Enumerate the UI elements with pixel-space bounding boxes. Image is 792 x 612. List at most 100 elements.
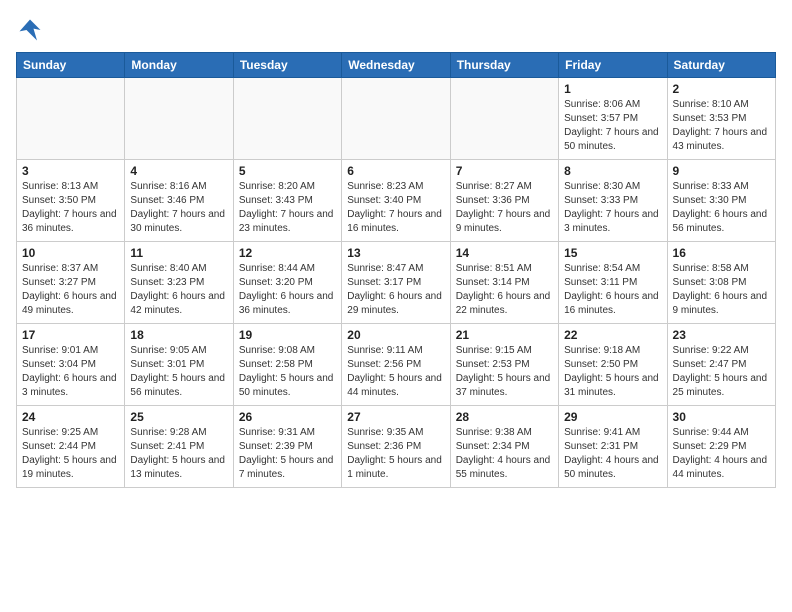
calendar-cell [17,78,125,160]
day-info: Sunrise: 8:27 AM Sunset: 3:36 PM Dayligh… [456,180,553,236]
day-info: Sunrise: 8:37 AM Sunset: 3:27 PM Dayligh… [22,262,119,318]
calendar-cell: 22 Sunrise: 9:18 AM Sunset: 2:50 PM Dayli… [559,324,667,406]
day-number: 2 [673,82,770,96]
day-info: Sunrise: 8:20 AM Sunset: 3:43 PM Dayligh… [239,180,336,236]
calendar-cell: 10 Sunrise: 8:37 AM Sunset: 3:27 PM Dayli… [17,242,125,324]
calendar-cell: 1 Sunrise: 8:06 AM Sunset: 3:57 PM Daylig… [559,78,667,160]
calendar-cell [125,78,233,160]
calendar-cell: 21 Sunrise: 9:15 AM Sunset: 2:53 PM Dayli… [450,324,558,406]
calendar-week-5: 24 Sunrise: 9:25 AM Sunset: 2:44 PM Dayli… [17,406,776,488]
calendar-cell: 29 Sunrise: 9:41 AM Sunset: 2:31 PM Dayli… [559,406,667,488]
page: SundayMondayTuesdayWednesdayThursdayFrid… [0,0,792,498]
calendar-cell: 18 Sunrise: 9:05 AM Sunset: 3:01 PM Dayli… [125,324,233,406]
calendar-cell: 11 Sunrise: 8:40 AM Sunset: 3:23 PM Dayli… [125,242,233,324]
calendar-cell: 25 Sunrise: 9:28 AM Sunset: 2:41 PM Dayli… [125,406,233,488]
day-info: Sunrise: 8:10 AM Sunset: 3:53 PM Dayligh… [673,98,770,154]
calendar-cell: 28Sunrise: 9:38 AM Sunset: 2:34 PM Dayli… [450,406,558,488]
day-number: 11 [130,246,227,260]
day-info: Sunrise: 9:05 AM Sunset: 3:01 PM Dayligh… [130,344,227,400]
day-info: Sunrise: 9:08 AM Sunset: 2:58 PM Dayligh… [239,344,336,400]
day-info: Sunrise: 9:18 AM Sunset: 2:50 PM Dayligh… [564,344,661,400]
day-info: Sunrise: 9:28 AM Sunset: 2:41 PM Dayligh… [130,426,227,482]
day-number: 9 [673,164,770,178]
day-number: 23 [673,328,770,342]
calendar-cell: 19Sunrise: 9:08 AM Sunset: 2:58 PM Dayli… [233,324,341,406]
day-number: 1 [564,82,661,96]
calendar-week-2: 3 Sunrise: 8:13 AM Sunset: 3:50 PM Daylig… [17,160,776,242]
weekday-header-wednesday: Wednesday [342,53,450,78]
calendar-cell: 14Sunrise: 8:51 AM Sunset: 3:14 PM Dayli… [450,242,558,324]
day-number: 28 [456,410,553,424]
calendar-week-3: 10 Sunrise: 8:37 AM Sunset: 3:27 PM Dayli… [17,242,776,324]
calendar-cell: 23 Sunrise: 9:22 AM Sunset: 2:47 PM Dayli… [667,324,775,406]
calendar-cell: 7 Sunrise: 8:27 AM Sunset: 3:36 PM Daylig… [450,160,558,242]
calendar-cell [233,78,341,160]
day-number: 3 [22,164,119,178]
calendar-cell: 15 Sunrise: 8:54 AM Sunset: 3:11 PM Dayli… [559,242,667,324]
calendar-cell: 8Sunrise: 8:30 AM Sunset: 3:33 PM Daylig… [559,160,667,242]
day-info: Sunrise: 8:16 AM Sunset: 3:46 PM Dayligh… [130,180,227,236]
day-number: 16 [673,246,770,260]
day-number: 26 [239,410,336,424]
calendar: SundayMondayTuesdayWednesdayThursdayFrid… [16,52,776,488]
day-info: Sunrise: 9:41 AM Sunset: 2:31 PM Dayligh… [564,426,661,482]
calendar-cell: 2 Sunrise: 8:10 AM Sunset: 3:53 PM Daylig… [667,78,775,160]
calendar-cell: 20 Sunrise: 9:11 AM Sunset: 2:56 PM Dayli… [342,324,450,406]
weekday-header-sunday: Sunday [17,53,125,78]
weekday-header-tuesday: Tuesday [233,53,341,78]
day-number: 10 [22,246,119,260]
day-number: 12 [239,246,336,260]
day-info: Sunrise: 9:15 AM Sunset: 2:53 PM Dayligh… [456,344,553,400]
calendar-cell: 16 Sunrise: 8:58 AM Sunset: 3:08 PM Dayli… [667,242,775,324]
calendar-cell: 24 Sunrise: 9:25 AM Sunset: 2:44 PM Dayli… [17,406,125,488]
logo [16,16,48,44]
day-number: 21 [456,328,553,342]
weekday-header-row: SundayMondayTuesdayWednesdayThursdayFrid… [17,53,776,78]
day-info: Sunrise: 9:35 AM Sunset: 2:36 PM Dayligh… [347,426,444,482]
day-number: 7 [456,164,553,178]
day-number: 24 [22,410,119,424]
day-info: Sunrise: 9:44 AM Sunset: 2:29 PM Dayligh… [673,426,770,482]
day-number: 29 [564,410,661,424]
calendar-cell: 13 Sunrise: 8:47 AM Sunset: 3:17 PM Dayli… [342,242,450,324]
day-info: Sunrise: 8:47 AM Sunset: 3:17 PM Dayligh… [347,262,444,318]
header [16,16,776,44]
day-number: 14 [456,246,553,260]
day-info: Sunrise: 8:23 AM Sunset: 3:40 PM Dayligh… [347,180,444,236]
calendar-cell: 27 Sunrise: 9:35 AM Sunset: 2:36 PM Dayli… [342,406,450,488]
day-info: Sunrise: 9:31 AM Sunset: 2:39 PM Dayligh… [239,426,336,482]
day-number: 6 [347,164,444,178]
day-number: 4 [130,164,227,178]
day-info: Sunrise: 8:54 AM Sunset: 3:11 PM Dayligh… [564,262,661,318]
day-number: 27 [347,410,444,424]
calendar-cell [450,78,558,160]
calendar-cell: 12Sunrise: 8:44 AM Sunset: 3:20 PM Dayli… [233,242,341,324]
day-number: 30 [673,410,770,424]
weekday-header-thursday: Thursday [450,53,558,78]
day-info: Sunrise: 9:22 AM Sunset: 2:47 PM Dayligh… [673,344,770,400]
calendar-cell: 9Sunrise: 8:33 AM Sunset: 3:30 PM Daylig… [667,160,775,242]
day-info: Sunrise: 9:11 AM Sunset: 2:56 PM Dayligh… [347,344,444,400]
calendar-cell [342,78,450,160]
day-info: Sunrise: 8:40 AM Sunset: 3:23 PM Dayligh… [130,262,227,318]
day-info: Sunrise: 8:06 AM Sunset: 3:57 PM Dayligh… [564,98,661,154]
day-info: Sunrise: 9:01 AM Sunset: 3:04 PM Dayligh… [22,344,119,400]
calendar-cell: 30 Sunrise: 9:44 AM Sunset: 2:29 PM Dayli… [667,406,775,488]
day-info: Sunrise: 8:58 AM Sunset: 3:08 PM Dayligh… [673,262,770,318]
day-number: 13 [347,246,444,260]
day-number: 25 [130,410,227,424]
calendar-cell: 26 Sunrise: 9:31 AM Sunset: 2:39 PM Dayli… [233,406,341,488]
calendar-cell: 3 Sunrise: 8:13 AM Sunset: 3:50 PM Daylig… [17,160,125,242]
day-number: 15 [564,246,661,260]
day-number: 22 [564,328,661,342]
calendar-cell: 6 Sunrise: 8:23 AM Sunset: 3:40 PM Daylig… [342,160,450,242]
day-number: 18 [130,328,227,342]
weekday-header-friday: Friday [559,53,667,78]
day-info: Sunrise: 9:25 AM Sunset: 2:44 PM Dayligh… [22,426,119,482]
calendar-cell: 4 Sunrise: 8:16 AM Sunset: 3:46 PM Daylig… [125,160,233,242]
day-number: 5 [239,164,336,178]
logo-bird-icon [16,16,44,44]
day-number: 20 [347,328,444,342]
calendar-cell: 5 Sunrise: 8:20 AM Sunset: 3:43 PM Daylig… [233,160,341,242]
day-info: Sunrise: 8:13 AM Sunset: 3:50 PM Dayligh… [22,180,119,236]
